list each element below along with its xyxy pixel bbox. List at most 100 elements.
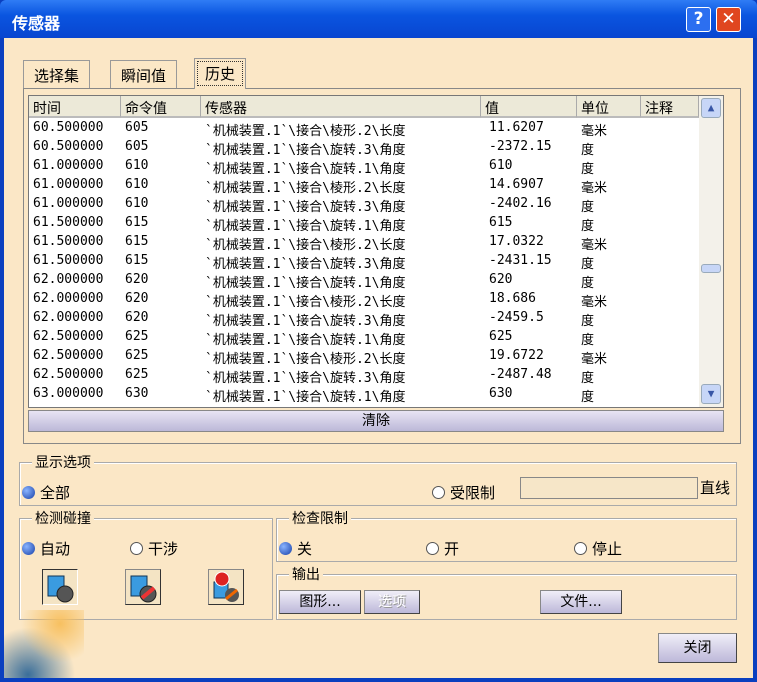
table-row[interactable]: 62.000000 620 `机械装置.1`\接合\旋转.3\角度 -2459.5 度 <box>29 309 699 329</box>
command-cell: 625 <box>125 367 149 382</box>
table-row[interactable]: 62.500000 625 `机械装置.1`\接合\旋转.1\角度 625 度 <box>29 328 699 348</box>
graph-button[interactable]: 图形... <box>279 590 361 614</box>
unit-cell: 毫米 <box>581 124 608 139</box>
table-row[interactable]: 62.000000 620 `机械装置.1`\接合\棱形.2\长度 18.686 毫米 <box>29 290 699 310</box>
value-cell: -2487.48 <box>489 367 552 382</box>
scroll-up-icon[interactable]: ▲ <box>701 98 721 118</box>
collision-stop-sign-button[interactable] <box>208 569 244 605</box>
radio-all[interactable]: 全部 <box>22 482 70 503</box>
sensor-cell: `机械装置.1`\接合\棱形.2\长度 <box>205 181 406 196</box>
table-row[interactable]: 63.000000 630 `机械装置.1`\接合\旋转.1\角度 630 度 <box>29 385 699 405</box>
unit-cell: 度 <box>581 314 595 329</box>
radio-limits-on[interactable]: 开 <box>426 538 459 559</box>
command-cell: 620 <box>125 310 149 325</box>
value-cell: 610 <box>489 158 513 173</box>
command-cell: 615 <box>125 234 149 249</box>
column-unit[interactable]: 单位 <box>577 96 641 118</box>
radio-auto-label: 自动 <box>40 540 71 558</box>
sensor-cell: `机械装置.1`\接合\旋转.3\角度 <box>205 200 406 215</box>
radio-unselected-icon <box>574 542 587 555</box>
close-button[interactable]: 关闭 <box>658 633 737 663</box>
time-cell: 60.500000 <box>33 139 104 154</box>
unit-cell: 度 <box>581 200 595 215</box>
table-row[interactable]: 60.500000 605 `机械装置.1`\接合\旋转.3\角度 -2372.15 度 <box>29 138 699 158</box>
radio-limits-off[interactable]: 关 <box>279 538 312 559</box>
unit-cell: 毫米 <box>581 352 608 367</box>
time-cell: 62.500000 <box>33 348 104 363</box>
radio-interference-label: 干涉 <box>148 540 179 558</box>
history-table[interactable]: 时间 命令值 传感器 值 单位 注释 ▲ ▼ 60.500000 605 `机械装置… <box>28 95 724 408</box>
time-cell: 61.000000 <box>33 177 104 192</box>
command-cell: 625 <box>125 348 149 363</box>
table-row[interactable]: 61.000000 610 `机械装置.1`\接合\棱形.2\长度 14.6907 毫米 <box>29 176 699 196</box>
table-row[interactable]: 61.500000 615 `机械装置.1`\接合\旋转.1\角度 615 度 <box>29 214 699 234</box>
table-row[interactable]: 62.000000 620 `机械装置.1`\接合\旋转.1\角度 620 度 <box>29 271 699 291</box>
time-cell: 61.000000 <box>33 158 104 173</box>
sensor-dialog: 传感器 ? ✕ 选择集 瞬间值 历史 时间 命令值 传感器 值 单位 注释 ▲ … <box>0 0 757 682</box>
stop-sign-collision-icon <box>213 571 239 602</box>
table-row[interactable]: 62.500000 625 `机械装置.1`\接合\棱形.2\长度 19.6722 毫米 <box>29 347 699 367</box>
sensor-cell: `机械装置.1`\接合\棱形.2\长度 <box>205 124 406 139</box>
column-command-value[interactable]: 命令值 <box>121 96 201 118</box>
file-button[interactable]: 文件... <box>540 590 622 614</box>
tab-instant-value[interactable]: 瞬间值 <box>110 60 178 88</box>
collision-detect-button[interactable] <box>42 569 78 605</box>
value-cell: -2402.16 <box>489 196 552 211</box>
time-cell: 62.500000 <box>33 329 104 344</box>
clear-button[interactable]: 清除 <box>28 410 724 432</box>
scroll-down-icon[interactable]: ▼ <box>701 384 721 404</box>
scroll-thumb[interactable] <box>701 264 721 273</box>
radio-limited[interactable]: 受限制 <box>432 482 495 503</box>
sensor-cell: `机械装置.1`\接合\旋转.3\角度 <box>205 143 406 158</box>
tab-selection-set[interactable]: 选择集 <box>23 60 91 88</box>
table-row[interactable]: 60.500000 605 `机械装置.1`\接合\棱形.2\长度 11.6207 毫米 <box>29 119 699 139</box>
close-window-button[interactable]: ✕ <box>716 7 741 32</box>
value-cell: 615 <box>489 215 513 230</box>
sensor-cell: `机械装置.1`\接合\旋转.3\角度 <box>205 371 406 386</box>
unit-cell: 毫米 <box>581 295 608 310</box>
column-comment[interactable]: 注释 <box>641 96 699 118</box>
sensor-cell: `机械装置.1`\接合\旋转.3\角度 <box>205 314 406 329</box>
collision-label: 检测碰撞 <box>32 508 94 528</box>
command-cell: 610 <box>125 196 149 211</box>
value-cell: 630 <box>489 386 513 401</box>
command-cell: 615 <box>125 215 149 230</box>
command-cell: 610 <box>125 158 149 173</box>
radio-off-label: 关 <box>297 540 313 558</box>
value-cell: -2431.15 <box>489 253 552 268</box>
radio-limits-stop[interactable]: 停止 <box>574 538 622 559</box>
table-row[interactable]: 61.000000 610 `机械装置.1`\接合\旋转.3\角度 -2402.16 度 <box>29 195 699 215</box>
unit-cell: 度 <box>581 276 595 291</box>
table-row[interactable]: 62.500000 625 `机械装置.1`\接合\旋转.3\角度 -2487.48 度 <box>29 366 699 386</box>
sensor-cell: `机械装置.1`\接合\旋转.1\角度 <box>205 276 406 291</box>
radio-selected-icon <box>279 542 292 555</box>
tab-history[interactable]: 历史 <box>194 58 247 89</box>
column-value[interactable]: 值 <box>481 96 577 118</box>
time-cell: 62.000000 <box>33 272 104 287</box>
sensor-cell: `机械装置.1`\接合\棱形.2\长度 <box>205 238 406 253</box>
help-button[interactable]: ? <box>686 7 711 32</box>
time-cell: 62.500000 <box>33 367 104 382</box>
command-cell: 620 <box>125 272 149 287</box>
unit-cell: 度 <box>581 371 595 386</box>
window-title: 传感器 <box>12 14 61 33</box>
column-sensor[interactable]: 传感器 <box>201 96 481 118</box>
table-row[interactable]: 61.500000 615 `机械装置.1`\接合\棱形.2\长度 17.0322 毫米 <box>29 233 699 253</box>
unit-cell: 度 <box>581 390 595 405</box>
sensor-cell: `机械装置.1`\接合\旋转.1\角度 <box>205 390 406 405</box>
table-row[interactable]: 61.000000 610 `机械装置.1`\接合\旋转.1\角度 610 度 <box>29 157 699 177</box>
value-cell: -2459.5 <box>489 310 544 325</box>
display-options-label: 显示选项 <box>32 452 94 472</box>
unit-cell: 毫米 <box>581 181 608 196</box>
table-row[interactable]: 61.500000 615 `机械装置.1`\接合\旋转.3\角度 -2431.15 度 <box>29 252 699 272</box>
limit-input[interactable] <box>520 477 698 499</box>
command-cell: 625 <box>125 329 149 344</box>
column-time[interactable]: 时间 <box>29 96 121 118</box>
time-cell: 61.500000 <box>33 215 104 230</box>
collision-detect-icon <box>47 575 74 603</box>
collision-stop-button[interactable] <box>125 569 161 605</box>
radio-auto[interactable]: 自动 <box>22 538 70 559</box>
collision-stop-icon <box>130 575 157 603</box>
vertical-scrollbar[interactable]: ▲ ▼ <box>699 96 723 407</box>
radio-interference[interactable]: 干涉 <box>130 538 178 559</box>
